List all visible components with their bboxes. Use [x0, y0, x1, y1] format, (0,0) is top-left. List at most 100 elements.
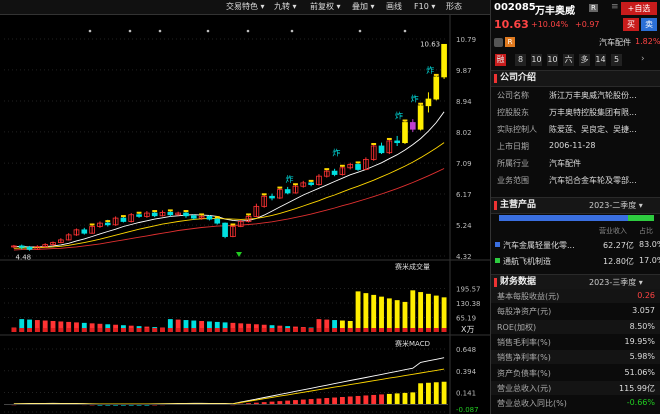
marker-dot: [290, 29, 294, 33]
toolbar-item-trade-features[interactable]: 交易特色 ▾: [226, 0, 265, 14]
tab-six[interactable]: 六: [563, 54, 574, 66]
company-field-value: 2006-11-28: [549, 141, 596, 150]
period-dropdown[interactable]: 2023-二季度 ▾: [589, 198, 643, 213]
volume-base-bar: [136, 328, 142, 332]
menu-icon[interactable]: ≡: [611, 2, 619, 12]
finance-value: 115.99亿: [619, 383, 655, 393]
company-field-label: 控股股东: [497, 108, 529, 117]
macd-histogram-bar: [347, 396, 353, 405]
annotation-label: 炸: [426, 65, 434, 75]
volume-base-bar: [89, 328, 95, 332]
tab-10b[interactable]: 10: [547, 54, 558, 66]
signal-marker: [261, 193, 267, 196]
macd-histogram-bar: [324, 398, 330, 405]
volume-base-bar: [441, 328, 447, 332]
company-field-label: 公司名称: [497, 91, 529, 100]
toolbar-item-draw-line[interactable]: 画线: [386, 0, 402, 14]
section-marker: [494, 74, 497, 83]
candle-body: [18, 245, 25, 248]
company-field-label: 业务范围: [497, 176, 529, 185]
signal-marker: [308, 179, 314, 182]
stock-code: 002085: [494, 2, 536, 13]
chart-toolbar: 交易特色 ▾ 九转 ▾ 前复权 ▾ 叠加 ▾ 画线 F10 ▾ 形态: [0, 0, 490, 15]
volume-base-bar: [269, 328, 275, 332]
volume-base-bar: [355, 328, 361, 332]
section-title: 财务数据: [500, 277, 537, 287]
sell-button[interactable]: 卖: [641, 18, 657, 31]
moving-average-line: [13, 142, 445, 249]
volume-base-bar: [11, 328, 17, 332]
volume-base-bar: [379, 328, 384, 332]
toolbar-item-nine-turns[interactable]: 九转 ▾: [274, 0, 297, 14]
product-share-bar: [499, 215, 654, 221]
candle-body: [222, 222, 228, 237]
volume-base-bar: [277, 328, 283, 332]
industry-name[interactable]: 汽车配件: [599, 37, 631, 48]
macd-histogram-bar: [339, 397, 345, 405]
volume-base-bar: [199, 328, 205, 332]
volume-bar: [433, 295, 439, 332]
finance-value: 5.98%: [629, 352, 655, 362]
volume-base-bar: [308, 328, 314, 332]
macd-histogram-bar: [308, 399, 314, 405]
company-field-value: 汽车铝合金车轮及零部...: [549, 176, 637, 185]
signal-marker: [167, 209, 173, 212]
signal-marker: [371, 142, 377, 145]
buy-button[interactable]: 买: [623, 18, 639, 31]
finance-label: 销售毛利率(%): [497, 337, 551, 347]
annotation-label: 炸: [285, 174, 293, 184]
lock-icon: [494, 38, 503, 47]
tab-5[interactable]: 5: [611, 54, 622, 66]
tab-14[interactable]: 14: [595, 54, 606, 66]
company-field-label: 实际控制人: [497, 125, 537, 134]
macd-histogram-bar: [418, 383, 424, 405]
period-dropdown[interactable]: 2023-三季度 ▾: [589, 275, 643, 290]
candle-body: [26, 246, 33, 250]
marker-dot: [128, 29, 132, 33]
marker-dot: [358, 29, 362, 33]
company-field-value: 万丰奥特控股集团有限...: [549, 108, 637, 117]
macd-histogram-bar: [316, 398, 322, 405]
price-tick-label: 9.87: [456, 67, 472, 75]
volume-base-bar: [105, 328, 111, 332]
finance-value: 0.26: [637, 291, 655, 300]
candle-body: [409, 122, 416, 130]
toolbar-item-pattern[interactable]: 形态: [446, 0, 462, 14]
toolbar-item-forward-adjust[interactable]: 前复权 ▾: [310, 0, 341, 14]
tab-10a[interactable]: 10: [531, 54, 542, 66]
macd-histogram-bar: [277, 401, 283, 405]
volume-bar: [402, 301, 408, 332]
product-ratio: 83.0%: [639, 240, 660, 249]
price-tick-label: 10.79: [456, 36, 476, 44]
volume-base-bar: [42, 328, 48, 332]
tab-margin[interactable]: 融: [495, 54, 506, 66]
signal-marker: [433, 73, 439, 76]
price-tick-label: 5.24: [456, 222, 472, 230]
tab-multi[interactable]: 多: [579, 54, 590, 66]
volume-base-bar: [128, 328, 134, 332]
volume-base-bar: [66, 328, 72, 332]
volume-base-bar: [433, 328, 439, 332]
stock-badge: R: [589, 4, 598, 12]
tab-8[interactable]: 8: [515, 54, 526, 66]
volume-base-bar: [120, 328, 126, 332]
finance-value: 51.06%: [624, 367, 655, 377]
company-section-header: 公司介绍: [491, 70, 660, 87]
candle-body: [417, 105, 424, 130]
toolbar-item-f10[interactable]: F10 ▾: [414, 0, 435, 14]
product-name: 通航飞机制造: [503, 257, 551, 266]
volume-bar: [371, 294, 377, 332]
kline-chart-area[interactable]: 10.799.878.948.027.096.175.244.3210.634.…: [0, 14, 490, 414]
product-color-swatch: [495, 258, 500, 263]
volume-base-bar: [418, 328, 424, 332]
chevron-right-icon[interactable]: ›: [641, 54, 645, 64]
toolbar-item-overlay[interactable]: 叠加 ▾: [352, 0, 375, 14]
signal-marker: [214, 216, 220, 219]
add-watchlist-button[interactable]: +自选: [621, 2, 657, 15]
macd-histogram-bar: [426, 382, 431, 405]
signal-marker: [339, 164, 345, 167]
macd-histogram-bar: [386, 393, 392, 405]
signal-marker: [183, 210, 189, 213]
candle-body: [355, 164, 361, 170]
volume-bar: [441, 297, 447, 332]
